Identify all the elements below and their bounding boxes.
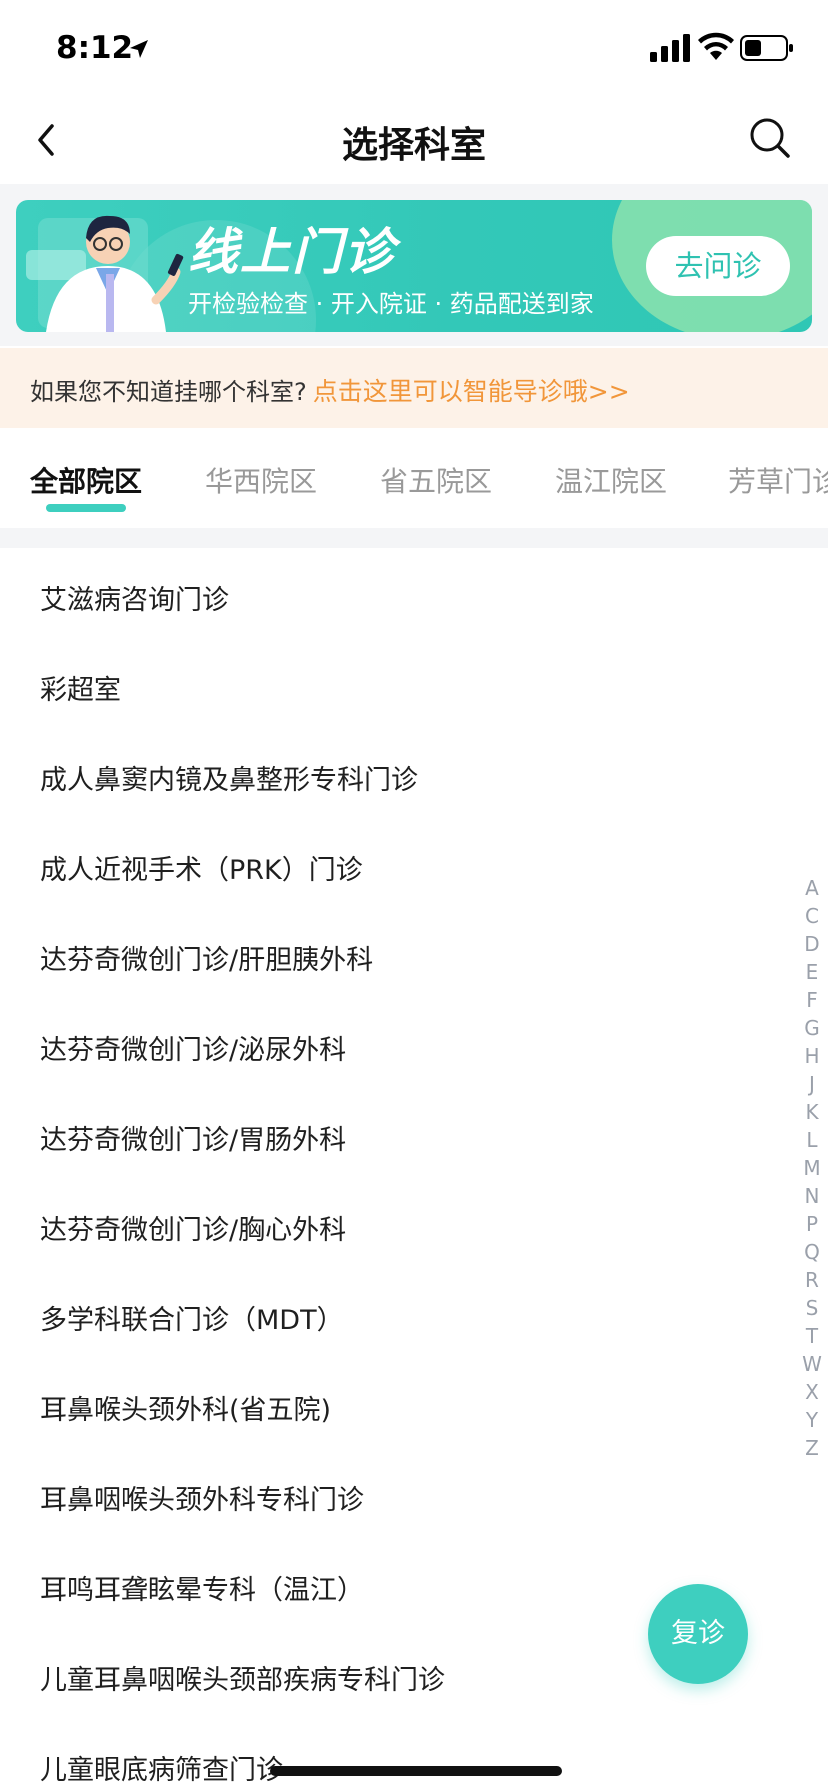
index-letter[interactable]: Y [796,1406,828,1434]
doctor-illustration [26,215,184,332]
index-letter[interactable]: M [796,1154,828,1182]
list-item[interactable]: 儿童耳鼻咽喉头颈部疾病专科门诊 [40,1658,445,1697]
list-item[interactable]: 艾滋病咨询门诊 [40,578,229,617]
index-letter[interactable]: N [796,1182,828,1210]
active-tab-indicator [46,504,126,512]
page-title: 选择科室 [341,125,486,166]
battery-icon [740,35,793,61]
location-arrow-icon [130,40,148,58]
index-letter[interactable]: J [796,1070,828,1098]
list-item[interactable]: 成人近视手术（PRK）门诊 [40,848,363,887]
list-item[interactable]: 儿童眼底病筛查门诊 [40,1748,283,1787]
online-clinic-banner[interactable]: 线上门诊 开检验检查 · 开入院证 · 药品配送到家 去问诊 [16,200,812,332]
index-letter[interactable]: S [796,1294,828,1322]
index-letter[interactable]: C [796,902,828,930]
search-icon[interactable] [748,116,792,160]
index-letter[interactable]: W [796,1350,828,1378]
banner-title: 线上门诊 [188,223,396,281]
list-item[interactable]: 多学科联合门诊（MDT） [40,1298,344,1337]
index-letter[interactable]: G [796,1014,828,1042]
index-letter[interactable]: L [796,1126,828,1154]
banner-subtitle: 开检验检查 · 开入院证 · 药品配送到家 [188,290,594,318]
list-item[interactable]: 达芬奇微创门诊/胸心外科 [40,1208,346,1247]
notice-prefix: 如果您不知道挂哪个科室? [30,378,307,406]
index-letter[interactable]: T [796,1322,828,1350]
index-letter[interactable]: X [796,1378,828,1406]
status-time: 8:12 [56,30,134,66]
status-bar: 8:12 [0,0,828,96]
list-item[interactable]: 耳鸣耳聋眩晕专科（温江） [40,1568,364,1607]
index-letter[interactable]: H [796,1042,828,1070]
index-letter[interactable]: Z [796,1434,828,1462]
index-letter[interactable]: P [796,1210,828,1238]
divider [0,528,828,548]
list-item[interactable]: 达芬奇微创门诊/泌尿外科 [40,1028,346,1067]
smart-triage-link[interactable]: 点击这里可以智能导诊哦>> [313,377,630,406]
list-item[interactable]: 耳鼻咽喉头颈外科专科门诊 [40,1478,364,1517]
tab-wenjiang-campus[interactable]: 温江院区 [555,460,667,500]
home-indicator [270,1766,562,1776]
index-letter[interactable]: A [796,874,828,902]
index-letter[interactable]: R [796,1266,828,1294]
notice-text: 如果您不知道挂哪个科室? 点击这里可以智能导诊哦>> [30,372,630,408]
revisit-button[interactable]: 复诊 [648,1584,748,1684]
smart-triage-notice[interactable]: 如果您不知道挂哪个科室? 点击这里可以智能导诊哦>> [0,348,828,428]
tab-fangcao-clinic[interactable]: 芳草门诊 [728,460,828,500]
index-letter[interactable]: F [796,986,828,1014]
index-letter[interactable]: D [796,930,828,958]
tab-huaxi-campus[interactable]: 华西院区 [205,460,317,500]
index-letter[interactable]: Q [796,1238,828,1266]
consult-button[interactable]: 去问诊 [646,236,790,296]
list-item[interactable]: 成人鼻窦内镜及鼻整形专科门诊 [40,758,418,797]
tab-all-campuses[interactable]: 全部院区 [30,460,142,500]
list-item[interactable]: 达芬奇微创门诊/肝胆胰外科 [40,938,373,977]
alphabet-index[interactable]: A C D E F G H J K L M N P Q R S T W X Y … [796,874,828,1462]
campus-tabs: 全部院区 华西院区 省五院区 温江院区 芳草门诊 [0,428,828,528]
wifi-icon [698,32,734,60]
navigation-bar: 选择科室 [0,96,828,184]
list-item[interactable]: 彩超室 [40,668,121,707]
list-item[interactable]: 耳鼻喉头颈外科(省五院) [40,1388,331,1427]
list-item[interactable]: 达芬奇微创门诊/胃肠外科 [40,1118,346,1157]
cellular-signal-icon [650,34,690,62]
index-letter[interactable]: E [796,958,828,986]
tab-shengwu-campus[interactable]: 省五院区 [380,460,492,500]
index-letter[interactable]: K [796,1098,828,1126]
